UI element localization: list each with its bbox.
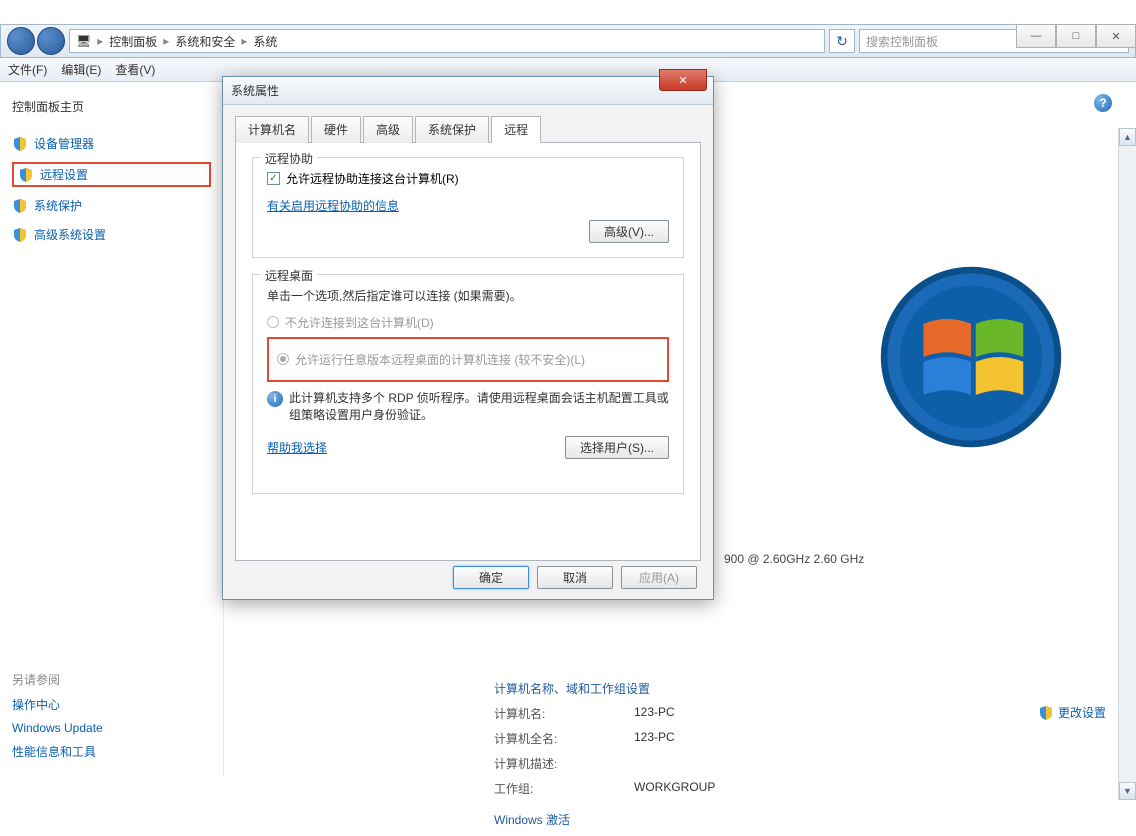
info-row-workgroup: 工作组: WORKGROUP <box>494 780 1106 797</box>
fieldset-remote-desktop: 远程桌面 单击一个选项,然后指定谁可以连接 (如果需要)。 不允许连接到这台计算… <box>252 274 684 494</box>
help-icon[interactable]: ? <box>1094 94 1112 112</box>
cpu-info: 900 @ 2.60GHz 2.60 GHz <box>724 552 864 566</box>
nav-back-button[interactable] <box>7 27 35 55</box>
sidebar-item-advanced-settings[interactable]: 高级系统设置 <box>12 224 211 245</box>
tab-computer-name[interactable]: 计算机名 <box>235 116 309 143</box>
sidebar-title: 控制面板主页 <box>12 98 211 115</box>
info-label: 计算机描述: <box>494 755 634 772</box>
search-placeholder: 搜索控制面板 <box>866 33 938 50</box>
radio-label: 不允许连接到这台计算机(D) <box>285 314 434 331</box>
fieldset-remote-assistance: 远程协助 ✓ 允许远程协助连接这台计算机(R) 有关启用远程协助的信息 高级(V… <box>252 157 684 258</box>
dialog-close-button[interactable]: ✕ <box>659 69 707 91</box>
tab-system-protection[interactable]: 系统保护 <box>415 116 489 143</box>
sidebar-item-device-manager[interactable]: 设备管理器 <box>12 133 211 154</box>
nav-forward-button[interactable] <box>37 27 65 55</box>
checkbox-label: 允许远程协助连接这台计算机(R) <box>286 170 459 187</box>
menu-file[interactable]: 文件(F) <box>8 61 47 78</box>
menu-view[interactable]: 查看(V) <box>115 61 155 78</box>
radio-icon <box>277 353 289 365</box>
tab-content-remote: 远程协助 ✓ 允许远程协助连接这台计算机(R) 有关启用远程协助的信息 高级(V… <box>235 143 701 561</box>
info-icon: i <box>267 391 283 407</box>
scroll-up-button[interactable]: ▲ <box>1119 128 1136 146</box>
section-heading-computer-name: 计算机名称、域和工作组设置 <box>494 680 1106 697</box>
shield-icon <box>1038 705 1054 721</box>
shield-icon <box>12 136 28 152</box>
button-select-users[interactable]: 选择用户(S)... <box>565 436 669 459</box>
checkbox-allow-remote-assist[interactable]: ✓ <box>267 172 280 185</box>
refresh-button[interactable]: ↻ <box>829 29 855 53</box>
highlighted-option: 允许运行任意版本远程桌面的计算机连接 (较不安全)(L) <box>267 337 669 382</box>
address-bar[interactable]: 🖥 ▸ 控制面板 ▸ 系统和安全 ▸ 系统 <box>69 29 825 53</box>
tab-remote[interactable]: 远程 <box>491 116 541 143</box>
fieldset-legend: 远程桌面 <box>261 267 317 284</box>
breadcrumb-item[interactable]: 系统和安全 <box>175 33 235 50</box>
sidebar-item-label: 设备管理器 <box>34 135 94 152</box>
dialog-titlebar[interactable]: 系统属性 ✕ <box>223 77 713 105</box>
change-settings-label: 更改设置 <box>1058 704 1106 721</box>
link-remote-assist-info[interactable]: 有关启用远程协助的信息 <box>267 199 399 213</box>
sidebar-item-label: 远程设置 <box>40 166 88 183</box>
tab-hardware[interactable]: 硬件 <box>311 116 361 143</box>
maximize-button[interactable]: □ <box>1056 24 1096 48</box>
fieldset-legend: 远程协助 <box>261 150 317 167</box>
shield-icon <box>12 198 28 214</box>
radio-label: 允许运行任意版本远程桌面的计算机连接 (较不安全)(L) <box>295 351 585 368</box>
close-window-button[interactable]: ✕ <box>1096 24 1136 48</box>
radio-option-allow-any[interactable]: 允许运行任意版本远程桌面的计算机连接 (较不安全)(L) <box>277 351 659 368</box>
windows-logo <box>876 262 1066 452</box>
sidebar-link-windows-update[interactable]: Windows Update <box>12 721 211 735</box>
shield-icon <box>12 227 28 243</box>
sidebar-item-system-protection[interactable]: 系统保护 <box>12 195 211 216</box>
sidebar-item-label: 高级系统设置 <box>34 226 106 243</box>
radio-option-disallow[interactable]: 不允许连接到这台计算机(D) <box>267 314 669 331</box>
info-text: 此计算机支持多个 RDP 侦听程序。请使用远程桌面会话主机配置工具或组策略设置用… <box>289 390 669 424</box>
info-label: 计算机全名: <box>494 730 634 747</box>
tab-advanced[interactable]: 高级 <box>363 116 413 143</box>
info-row-full-name: 计算机全名: 123-PC <box>494 730 1106 747</box>
breadcrumb-item[interactable]: 系统 <box>253 33 277 50</box>
vertical-scrollbar[interactable]: ▲ ▼ <box>1118 128 1136 800</box>
minimize-button[interactable]: — <box>1016 24 1056 48</box>
sidebar: 控制面板主页 设备管理器 远程设置 系统保护 高级系统设置 <box>0 82 224 776</box>
radio-icon <box>267 316 279 328</box>
breadcrumb-item[interactable]: 控制面板 <box>109 33 157 50</box>
change-settings-link[interactable]: 更改设置 <box>1038 704 1106 721</box>
button-advanced[interactable]: 高级(V)... <box>589 220 669 243</box>
info-value: 123-PC <box>634 705 675 722</box>
cancel-button[interactable]: 取消 <box>537 566 613 589</box>
sidebar-link-performance[interactable]: 性能信息和工具 <box>12 743 211 760</box>
info-row-description: 计算机描述: <box>494 755 1106 772</box>
info-label: 计算机名: <box>494 705 634 722</box>
breadcrumb-icon: 🖥 <box>76 34 91 48</box>
dialog-title: 系统属性 <box>231 82 279 99</box>
sidebar-item-remote-settings[interactable]: 远程设置 <box>12 162 211 187</box>
menu-edit[interactable]: 编辑(E) <box>61 61 101 78</box>
instruction-text: 单击一个选项,然后指定谁可以连接 (如果需要)。 <box>267 287 669 304</box>
link-help-choose[interactable]: 帮助我选择 <box>267 439 327 456</box>
section-heading-windows-activate: Windows 激活 <box>494 811 1106 828</box>
dialog-tabs: 计算机名 硬件 高级 系统保护 远程 <box>235 115 701 143</box>
sidebar-link-action-center[interactable]: 操作中心 <box>12 696 211 713</box>
sidebar-item-label: 系统保护 <box>34 197 82 214</box>
apply-button[interactable]: 应用(A) <box>621 566 697 589</box>
explorer-header: 🖥 ▸ 控制面板 ▸ 系统和安全 ▸ 系统 ↻ 搜索控制面板 🔍 <box>0 24 1136 58</box>
scroll-down-button[interactable]: ▼ <box>1119 782 1136 800</box>
system-properties-dialog: 系统属性 ✕ 计算机名 硬件 高级 系统保护 远程 远程协助 ✓ 允许远程协助连… <box>222 76 714 600</box>
ok-button[interactable]: 确定 <box>453 566 529 589</box>
info-value: 123-PC <box>634 730 675 747</box>
info-value: WORKGROUP <box>634 780 715 797</box>
info-row-computer-name: 计算机名: 123-PC <box>494 705 1106 722</box>
sidebar-see-also-heading: 另请参阅 <box>12 671 211 688</box>
shield-icon <box>18 167 34 183</box>
info-label: 工作组: <box>494 780 634 797</box>
